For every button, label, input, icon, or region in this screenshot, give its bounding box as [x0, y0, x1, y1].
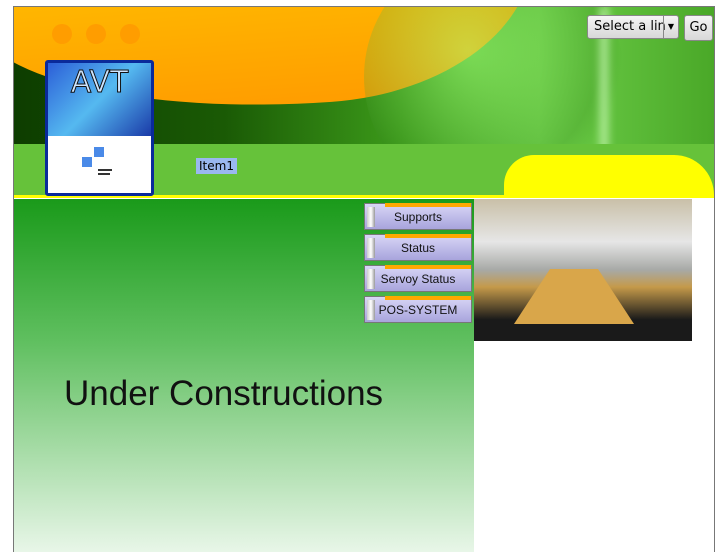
nav-status-button[interactable]: Status — [364, 234, 472, 261]
content-panel: Under Constructions Supports Status Serv… — [14, 199, 474, 552]
link-select-value: Select a lin — [594, 19, 666, 34]
link-select[interactable]: Select a lin ▼ — [587, 15, 679, 39]
menu-item-item1[interactable]: Item1 — [196, 158, 237, 174]
logo-text: AVT — [70, 65, 129, 101]
conference-room-image — [474, 199, 692, 341]
yellow-tab — [504, 155, 714, 198]
go-button[interactable]: Go — [684, 15, 713, 41]
header-banner: AVT Item1 Select a lin ▼ Go — [14, 7, 714, 198]
chevron-down-icon[interactable]: ▼ — [663, 16, 678, 38]
avt-logo: AVT — [45, 60, 154, 196]
under-construction-message: Under Constructions — [64, 374, 384, 413]
dot-icon — [52, 24, 72, 44]
nav-servoy-status-button[interactable]: Servoy Status — [364, 265, 472, 292]
dot-icon — [86, 24, 106, 44]
nav-pos-system-button[interactable]: POS-SYSTEM — [364, 296, 472, 323]
page-frame: AVT Item1 Select a lin ▼ Go Under Constr… — [13, 6, 715, 552]
computers-icon — [82, 147, 112, 175]
dot-icon — [120, 24, 140, 44]
nav-supports-button[interactable]: Supports — [364, 203, 472, 230]
conference-table — [514, 269, 634, 324]
